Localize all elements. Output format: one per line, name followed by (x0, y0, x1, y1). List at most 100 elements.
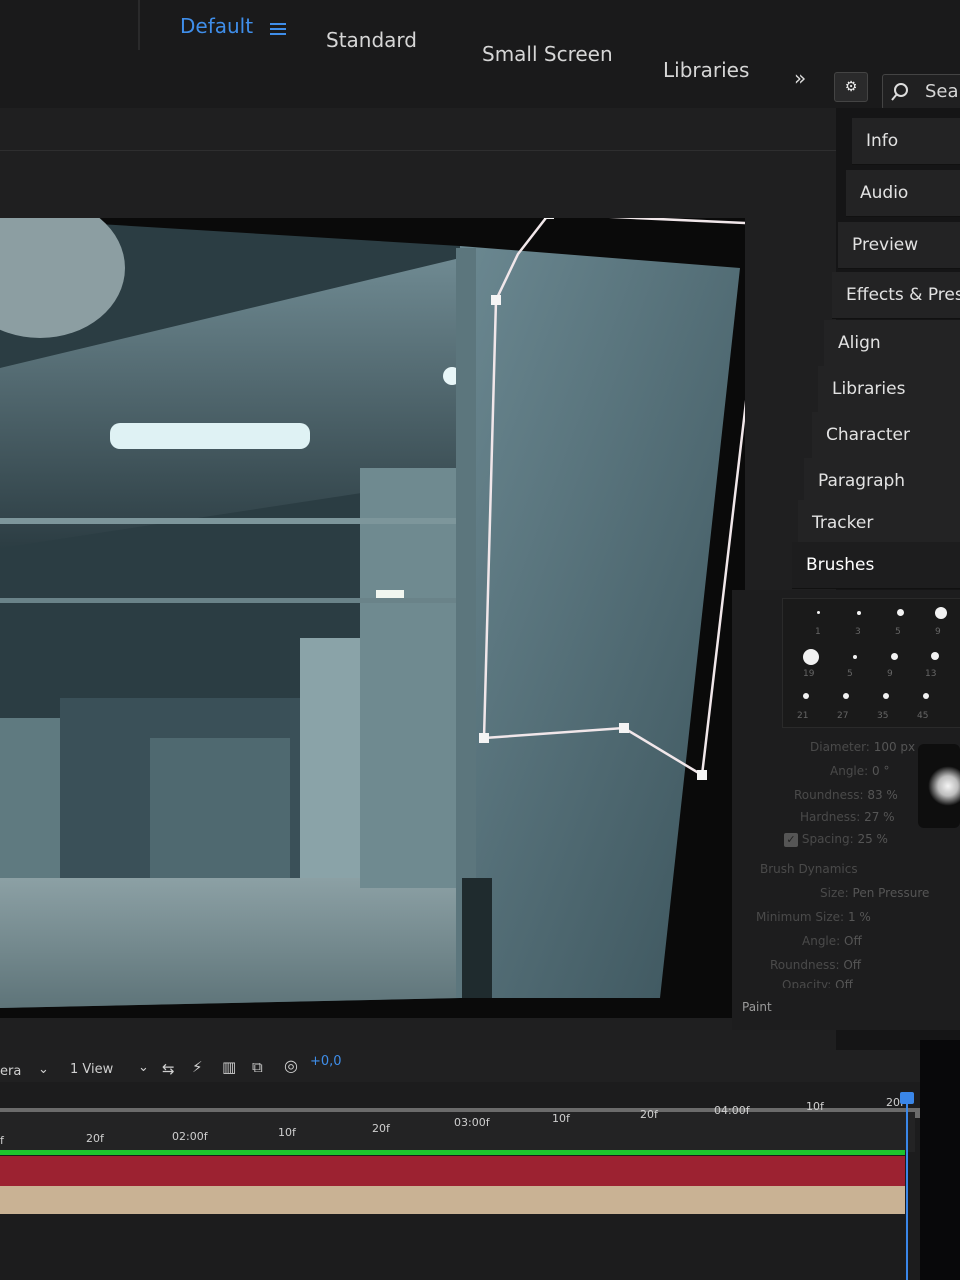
mask-vertex[interactable] (697, 770, 707, 780)
min-size-value[interactable]: 1 % (848, 910, 871, 924)
hardness-row[interactable]: Hardness: 27 % (800, 810, 895, 824)
brush-tip[interactable] (897, 609, 904, 616)
ruler-label: 20f (86, 1132, 104, 1145)
tab-tracker[interactable]: Tracker (798, 500, 960, 547)
camera-dropdown[interactable]: era (0, 1064, 21, 1079)
opacity-row[interactable]: Opacity: Off (782, 978, 853, 988)
footage-frame (0, 218, 745, 1018)
size-label: Size: (820, 886, 849, 900)
exposure-value[interactable]: +0,0 (310, 1054, 342, 1069)
diameter-label: Diameter: (810, 740, 870, 754)
tab-preview[interactable]: Preview (838, 222, 960, 269)
brush-preview (918, 744, 960, 828)
tab-libraries[interactable]: Libraries (818, 366, 960, 413)
ruler-label: 10f (552, 1112, 570, 1125)
flowchart-icon[interactable]: ⧉ (252, 1058, 263, 1076)
paint-panel-title[interactable]: Paint (742, 1000, 772, 1014)
ruler-label: 10f (806, 1100, 824, 1113)
layer-bar[interactable] (0, 1186, 905, 1214)
tab-character[interactable]: Character (812, 412, 960, 459)
ruler-label: 10f (278, 1126, 296, 1139)
mask-vertex[interactable] (491, 295, 501, 305)
reset-exposure-icon[interactable]: ◎ (284, 1056, 298, 1075)
roundness-value[interactable]: 83 % (867, 788, 898, 802)
composition-viewer[interactable] (0, 218, 745, 1018)
ruler-label: 02:00f (172, 1130, 208, 1143)
brush-tip-grid[interactable]: 1 3 5 9 19 5 9 13 21 27 35 45 (782, 598, 960, 728)
workspace-small-screen[interactable]: Small Screen (482, 42, 613, 66)
tab-align[interactable]: Align (824, 320, 960, 367)
chevron-down-icon[interactable]: ⌄ (38, 1062, 49, 1077)
fast-previews-icon[interactable]: ⚡ (192, 1058, 203, 1076)
brush-tip[interactable] (843, 693, 849, 699)
overflow-chevron-icon[interactable]: » (794, 66, 806, 90)
size-value[interactable]: Pen Pressure (853, 886, 930, 900)
brush-tip[interactable] (923, 693, 929, 699)
opacity-value[interactable]: Off (835, 978, 853, 988)
search-placeholder: Sear (925, 81, 960, 102)
dyn-roundness-value[interactable]: Off (843, 958, 861, 972)
roundness-row[interactable]: Roundness: 83 % (794, 788, 898, 802)
tab-paragraph[interactable]: Paragraph (804, 458, 960, 505)
diameter-row[interactable]: Diameter: 100 px (810, 740, 915, 754)
spacing-value[interactable]: 25 % (857, 832, 888, 846)
layer-bar[interactable] (0, 1150, 905, 1155)
workspace-default[interactable]: Default (180, 14, 253, 38)
time-ruler[interactable]: f 20f 02:00f 10f 20f 03:00f 10f 20f 04:0… (0, 1096, 915, 1152)
viewer-controls-bar: era ⌄ 1 View ⌄ ⇆ ⚡ ▥ ⧉ ◎ +0,0 (0, 1050, 960, 1084)
brush-tip[interactable] (857, 611, 861, 615)
monitor-bezel (920, 1040, 960, 1280)
brush-tip-size: 1 (815, 627, 821, 637)
views-dropdown[interactable]: 1 View (70, 1062, 113, 1077)
current-time-indicator[interactable] (906, 1098, 908, 1280)
brush-tip-size: 5 (895, 627, 901, 637)
brush-tip-size: 13 (925, 669, 937, 679)
spacing-label: Spacing: (801, 832, 854, 846)
brush-tip[interactable] (817, 611, 820, 614)
dyn-roundness-row[interactable]: Roundness: Off (770, 958, 861, 972)
roundness-label: Roundness: (794, 788, 864, 802)
brush-tip-size: 3 (855, 627, 861, 637)
angle-row[interactable]: Angle: 0 ° (830, 764, 889, 778)
size-row[interactable]: Size: Pen Pressure (820, 886, 929, 900)
brush-tip-size: 9 (887, 669, 893, 679)
brush-tip[interactable] (853, 655, 857, 659)
brush-tip[interactable] (891, 653, 898, 660)
dyn-angle-label: Angle: (802, 934, 841, 948)
ruler-label: f (0, 1134, 4, 1147)
chevron-down-icon[interactable]: ⌄ (138, 1060, 149, 1075)
angle-label: Angle: (830, 764, 869, 778)
brush-tip[interactable] (803, 649, 819, 665)
mask-vertex[interactable] (544, 218, 554, 219)
workspace-bar: Default Standard Small Screen Libraries … (0, 0, 960, 110)
mask-vertex[interactable] (479, 733, 489, 743)
opacity-label: Opacity: (782, 978, 832, 988)
workspace-libraries[interactable]: Libraries (663, 58, 749, 82)
brush-tip[interactable] (803, 693, 809, 699)
mask-vertex[interactable] (619, 723, 629, 733)
min-size-row[interactable]: Minimum Size: 1 % (756, 910, 871, 924)
workspace-menu-icon[interactable] (270, 20, 286, 36)
brush-tip[interactable] (935, 607, 947, 619)
tab-brushes[interactable]: Brushes (792, 542, 960, 589)
search-help-field[interactable]: Sear (882, 74, 960, 110)
hardness-value[interactable]: 27 % (864, 810, 895, 824)
workspace-settings-icon[interactable]: ⚙ (834, 72, 868, 102)
divider (0, 150, 836, 151)
brush-tip[interactable] (883, 693, 889, 699)
dyn-angle-value[interactable]: Off (844, 934, 862, 948)
toggle-pixel-aspect-icon[interactable]: ⇆ (162, 1060, 175, 1078)
timeline-icon[interactable]: ▥ (222, 1058, 236, 1076)
spacing-row[interactable]: ✓ Spacing: 25 % (784, 832, 888, 847)
diameter-value[interactable]: 100 px (874, 740, 915, 754)
playhead-handle-icon[interactable] (900, 1092, 914, 1104)
tab-info[interactable]: Info (852, 118, 960, 165)
brush-tip[interactable] (931, 652, 939, 660)
workspace-standard[interactable]: Standard (326, 28, 417, 52)
dyn-angle-row[interactable]: Angle: Off (802, 934, 862, 948)
tab-audio[interactable]: Audio (846, 170, 960, 217)
angle-value[interactable]: 0 ° (872, 764, 889, 778)
spacing-checkbox[interactable]: ✓ (784, 832, 798, 847)
tab-effects-presets[interactable]: Effects & Presets (832, 272, 960, 319)
layer-bar[interactable] (0, 1156, 905, 1186)
